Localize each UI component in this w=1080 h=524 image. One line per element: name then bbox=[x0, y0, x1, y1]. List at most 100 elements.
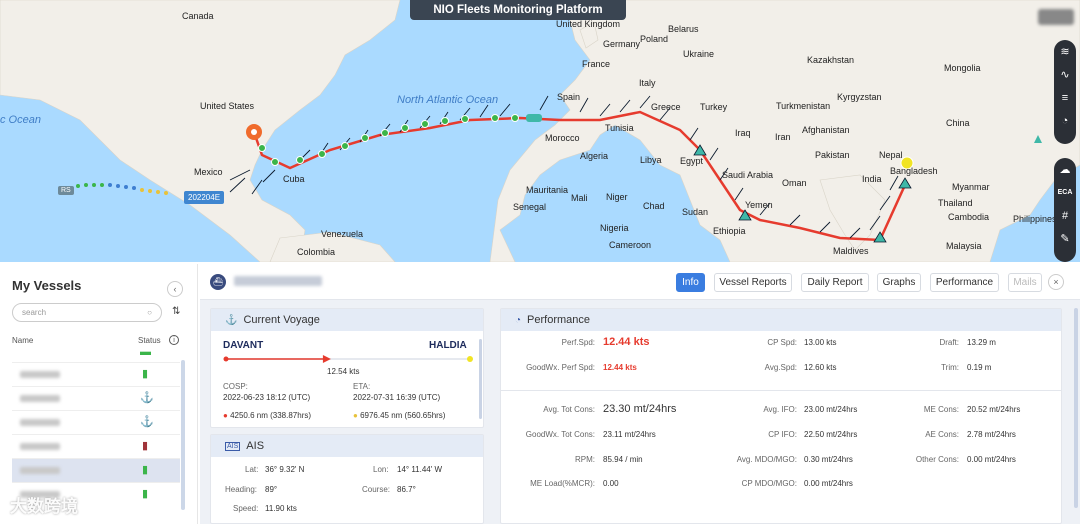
map-label-cambodia: Cambodia bbox=[948, 212, 990, 222]
lon-value: 14° 11.44' W bbox=[397, 465, 443, 474]
ais-icon: AIS bbox=[225, 441, 241, 451]
weather-icon[interactable]: ☁ bbox=[1054, 158, 1076, 181]
map-label-philippines: Philippines bbox=[1013, 214, 1057, 224]
avg-spd-label: Avg.Spd: bbox=[764, 363, 797, 372]
cp-mdo-label: CP MDO/MGO: bbox=[741, 479, 797, 488]
vessel-name-blurred bbox=[20, 467, 60, 474]
map-label-west-ocean: c Ocean bbox=[0, 114, 41, 126]
ae-cons-label: AE Cons: bbox=[925, 430, 959, 439]
list-item[interactable]: ▬ bbox=[12, 346, 180, 360]
map-label-egypt: Egypt bbox=[680, 156, 704, 166]
map-label-niger: Niger bbox=[606, 192, 628, 202]
vessel-tag-small[interactable]: RS bbox=[58, 186, 74, 195]
avg-spd-value: 12.60 kts bbox=[804, 363, 837, 372]
list-item[interactable]: ▮ bbox=[12, 434, 180, 458]
map-label-turkmenistan: Turkmenistan bbox=[776, 101, 831, 111]
map-label-italy: Italy bbox=[639, 78, 656, 88]
detail-scrollbar[interactable] bbox=[1074, 308, 1078, 508]
remaining-dot: ● bbox=[353, 411, 358, 420]
goodwx-perf-label: GoodWx. Perf Spd: bbox=[526, 363, 595, 372]
map-label-uk: United Kingdom bbox=[556, 19, 621, 29]
wind-layer-icon[interactable]: ∿ bbox=[1054, 63, 1076, 86]
map-label-mali: Mali bbox=[571, 193, 588, 203]
ruler-icon[interactable]: ✎ bbox=[1054, 227, 1076, 250]
vessel-list-scrollbar[interactable] bbox=[181, 360, 185, 510]
map-label-china: China bbox=[946, 118, 970, 128]
map-label-ukraine: Ukraine bbox=[683, 49, 715, 59]
tab-performance[interactable]: Performance bbox=[930, 273, 999, 292]
avg-tot-cons-value: 23.30 mt/24hrs bbox=[603, 403, 677, 415]
panel-title: My Vessels bbox=[12, 278, 82, 293]
cosp-label: COSP: bbox=[223, 382, 248, 391]
map-label-morocco: Morocco bbox=[545, 133, 580, 143]
map-label-us: United States bbox=[200, 101, 255, 111]
collapse-panel-button[interactable]: ‹ bbox=[167, 281, 183, 297]
position-dots bbox=[258, 114, 519, 166]
cp-ifo-value: 22.50 mt/24hrs bbox=[804, 430, 858, 439]
cp-ifo-label: CP IFO: bbox=[768, 430, 797, 439]
draft-value: 13.29 m bbox=[967, 338, 996, 347]
map-label-iraq: Iraq bbox=[735, 128, 751, 138]
map-label-mauritania: Mauritania bbox=[526, 185, 569, 195]
card-title: AIS bbox=[246, 440, 265, 452]
cp-mdo-value: 0.00 mt/24hrs bbox=[804, 479, 853, 488]
battery-icon: ▮ bbox=[141, 488, 149, 500]
watermark: 大数跨境 bbox=[10, 497, 78, 516]
perf-spd-label: Perf.Spd: bbox=[561, 338, 595, 347]
earlier-track bbox=[76, 183, 168, 195]
ship-icon: ⛴ bbox=[210, 274, 226, 290]
map-label-mexico: Mexico bbox=[194, 167, 223, 177]
map-label-france: France bbox=[582, 59, 611, 69]
avg-ifo-label: Avg. IFO: bbox=[763, 405, 797, 414]
map-label-spain: Spain bbox=[557, 92, 581, 102]
card-title: Performance bbox=[527, 314, 591, 326]
grid-icon[interactable]: # bbox=[1054, 204, 1076, 227]
map-label-germany: Germany bbox=[603, 39, 641, 49]
info-icon[interactable]: i bbox=[169, 335, 179, 345]
card-title: Current Voyage bbox=[243, 314, 320, 326]
origin-pin bbox=[246, 124, 262, 140]
wave-layer-icon[interactable]: ≋ bbox=[1054, 40, 1076, 63]
eta-value: 2022-07-31 16:39 (UTC) bbox=[353, 393, 441, 402]
tab-graphs[interactable]: Graphs bbox=[877, 273, 921, 292]
map-label-greece: Greece bbox=[651, 102, 681, 112]
speed-label: Speed: bbox=[233, 504, 259, 513]
map-canvas bbox=[0, 0, 1080, 262]
eca-button[interactable]: ECA bbox=[1054, 181, 1076, 204]
avg-ifo-value: 23.00 mt/24hrs bbox=[804, 405, 858, 414]
vessel-name-blurred bbox=[20, 419, 60, 426]
speed-value: 11.90 kts bbox=[265, 504, 297, 513]
remaining-distance: ● 6976.45 nm (560.65hrs) bbox=[353, 411, 445, 420]
list-item[interactable]: ▮ bbox=[12, 362, 180, 386]
list-item-selected[interactable]: ▮ bbox=[12, 458, 180, 482]
fleet-map[interactable]: Canada United Kingdom Belarus Poland Ger… bbox=[0, 0, 1080, 262]
card-header: ◔ Performance bbox=[501, 309, 1061, 331]
rpm-value: 85.94 / min bbox=[603, 455, 643, 464]
close-panel-button[interactable]: × bbox=[1048, 274, 1064, 290]
trim-label: Trim: bbox=[941, 363, 959, 372]
tab-vessel-reports[interactable]: Vessel Reports bbox=[714, 273, 792, 292]
tab-daily-report[interactable]: Daily Report bbox=[801, 273, 869, 292]
user-avatar[interactable] bbox=[1038, 9, 1074, 25]
map-label-bangladesh: Bangladesh bbox=[890, 166, 938, 176]
gauge-icon[interactable]: ◔ bbox=[1054, 109, 1076, 132]
sort-icon[interactable]: ⇅ bbox=[172, 306, 180, 317]
current-layer-icon[interactable]: ≡ bbox=[1054, 86, 1076, 109]
draft-label: Draft: bbox=[939, 338, 959, 347]
map-label-belarus: Belarus bbox=[668, 24, 699, 34]
list-item[interactable]: ⚓ bbox=[12, 386, 180, 410]
tab-info[interactable]: Info bbox=[676, 273, 705, 292]
lat-label: Lat: bbox=[245, 465, 259, 474]
list-item[interactable]: ⚓ bbox=[12, 410, 180, 434]
sailed-dot: ● bbox=[223, 411, 228, 420]
search-placeholder: search bbox=[22, 308, 47, 317]
map-label-oman: Oman bbox=[782, 178, 807, 188]
tab-mails[interactable]: Mails bbox=[1008, 273, 1042, 292]
voyage-progress-bar bbox=[223, 355, 473, 363]
vessel-search-input[interactable]: search ○ bbox=[12, 303, 162, 322]
map-label-poland: Poland bbox=[640, 34, 669, 44]
departure-port: DAVANT bbox=[223, 340, 264, 351]
vessel-tag[interactable]: 202204E bbox=[184, 191, 225, 204]
map-label-cameroon: Cameroon bbox=[609, 240, 652, 250]
voyage-scrollbar[interactable] bbox=[479, 339, 482, 419]
